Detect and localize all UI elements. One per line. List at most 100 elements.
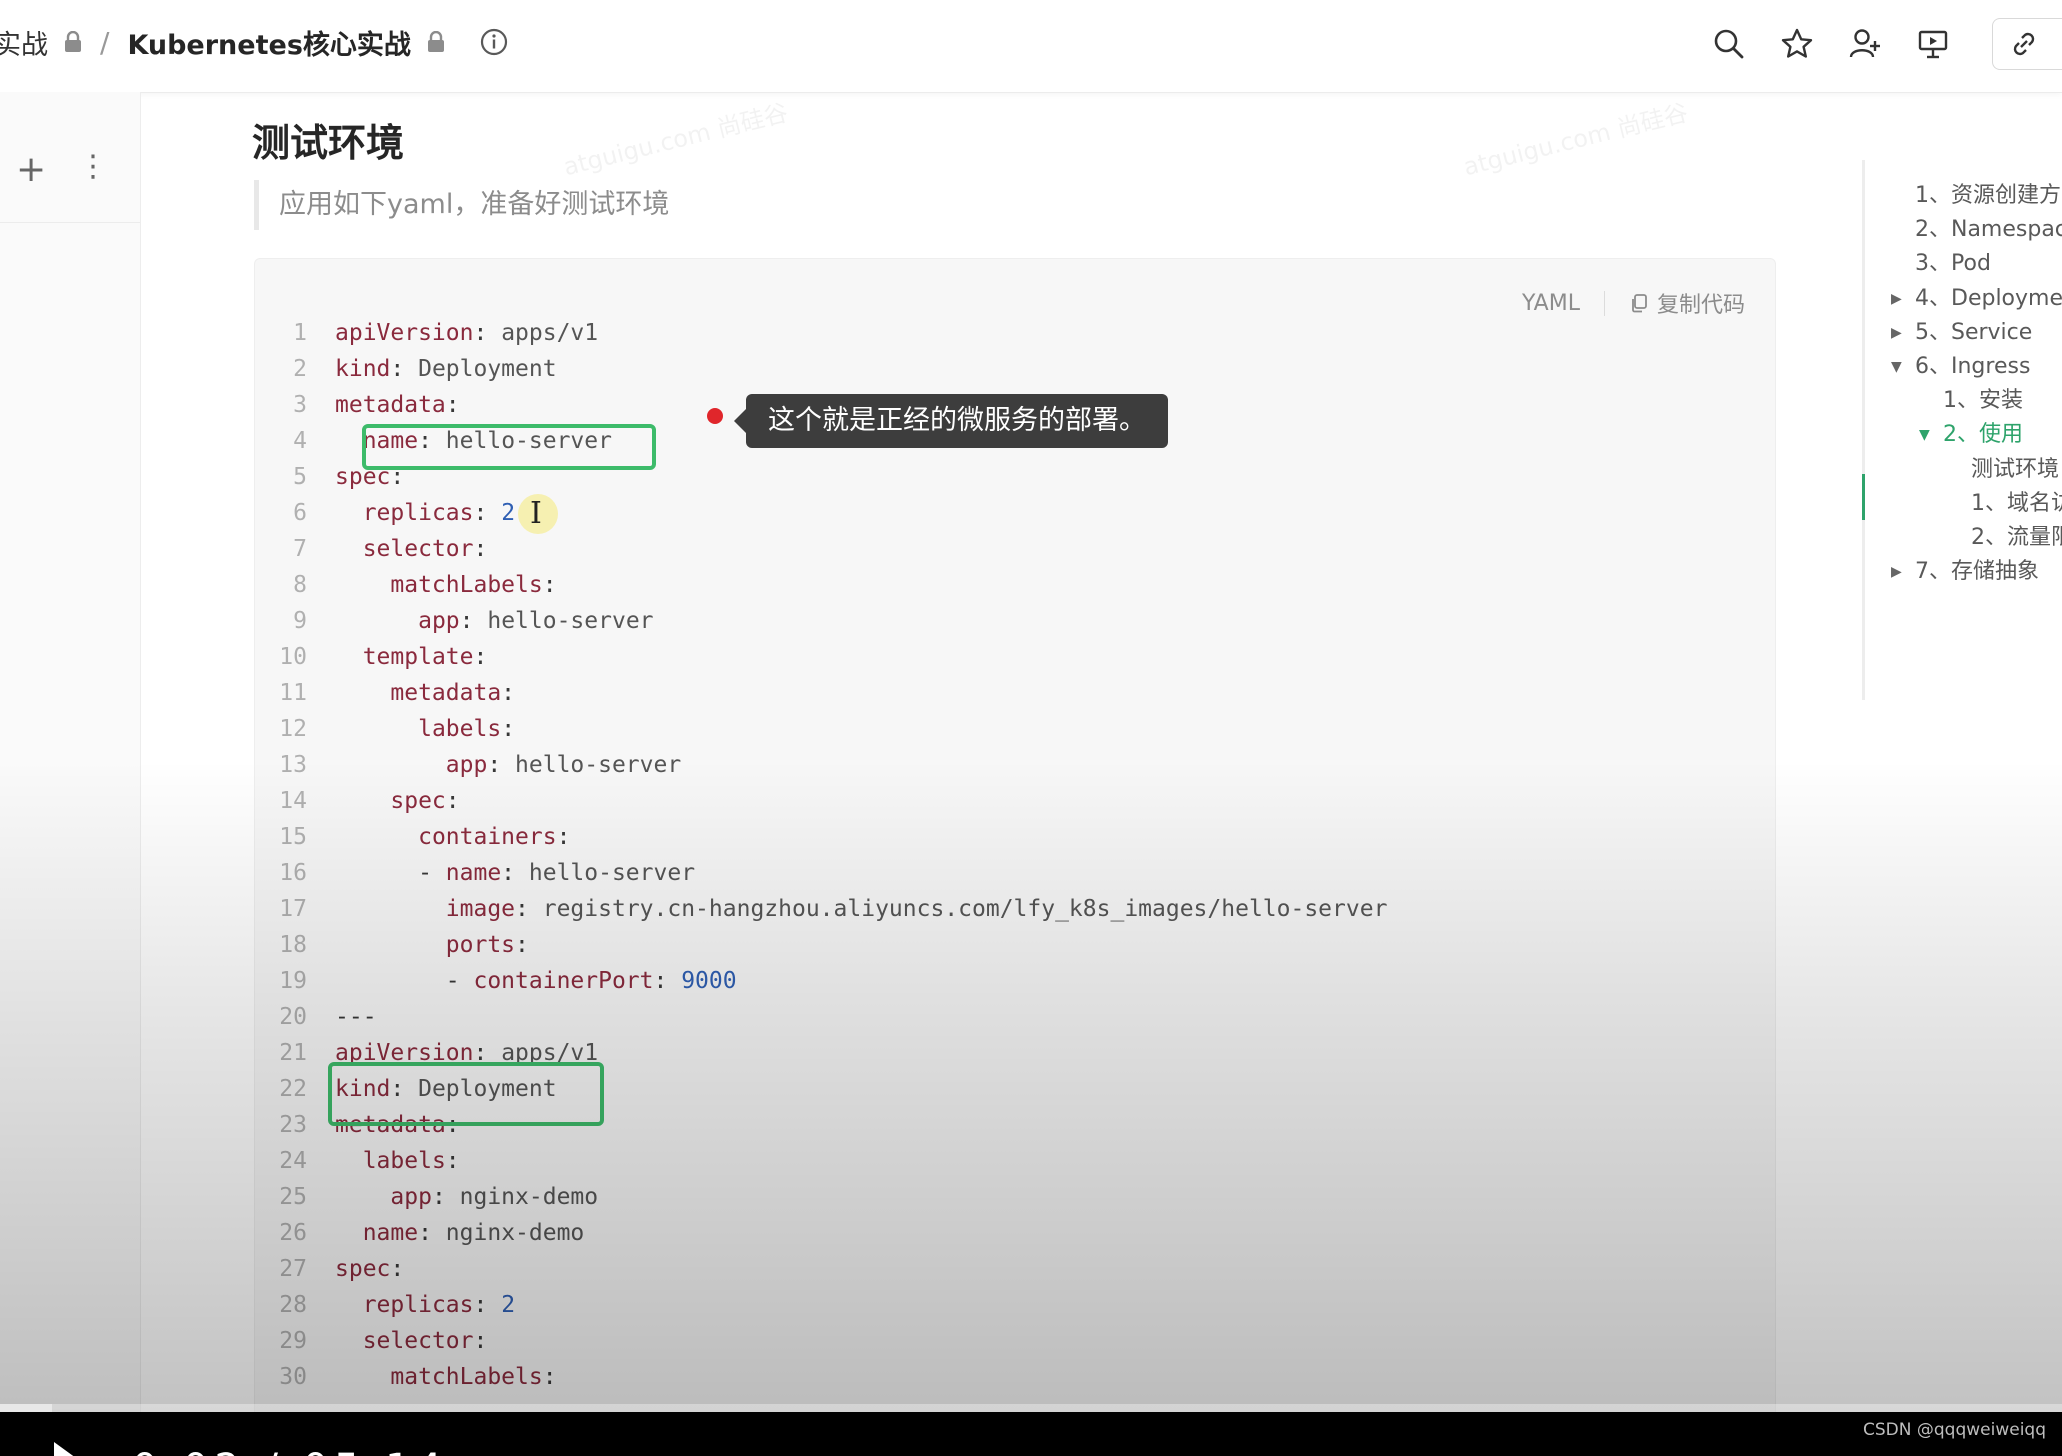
toc-item[interactable]: ▶ 4、Deploymen bbox=[1891, 281, 2062, 317]
code-language-label: YAML bbox=[1522, 290, 1605, 316]
line-number: 2 bbox=[293, 356, 307, 382]
code-text: name: nginx-demo bbox=[362, 1220, 585, 1246]
code-line: 9 app: hello-server bbox=[255, 603, 1775, 639]
code-text: labels: bbox=[362, 1148, 460, 1174]
highlight-box bbox=[328, 1062, 604, 1126]
line-number: 1 bbox=[293, 320, 307, 346]
line-number: 17 bbox=[279, 896, 307, 922]
present-icon[interactable] bbox=[1914, 25, 1952, 63]
toc-item[interactable]: ▶ 7、存储抽象 bbox=[1891, 554, 2039, 590]
line-number: 11 bbox=[279, 680, 307, 706]
toc-active-indicator bbox=[1862, 474, 1865, 520]
annotation-marker bbox=[707, 408, 723, 424]
video-progress-track[interactable] bbox=[0, 1404, 2062, 1412]
more-options-button[interactable]: ⋮ bbox=[78, 150, 108, 184]
add-user-icon[interactable] bbox=[1846, 25, 1884, 63]
code-line: 8 matchLabels: bbox=[255, 567, 1775, 603]
code-line: 13 app: hello-server bbox=[255, 747, 1775, 783]
search-icon[interactable] bbox=[1710, 25, 1748, 63]
line-number: 9 bbox=[293, 608, 307, 634]
code-line: 10 template: bbox=[255, 639, 1775, 675]
caret-right-icon[interactable]: ▶ bbox=[1891, 281, 1902, 317]
toc-item[interactable]: 2、流量限 bbox=[1971, 520, 2062, 556]
line-number: 30 bbox=[279, 1364, 307, 1390]
line-number: 15 bbox=[279, 824, 307, 850]
line-number: 24 bbox=[279, 1148, 307, 1174]
copy-icon bbox=[1632, 294, 1647, 313]
code-lines[interactable]: 1 apiVersion: apps/v1 2 kind: Deployment 3 me… bbox=[255, 315, 1775, 1395]
toc-item[interactable]: ▼ 6、Ingress bbox=[1891, 349, 2030, 385]
line-number: 8 bbox=[293, 572, 307, 598]
section-heading: 测试环境 bbox=[252, 121, 405, 165]
toc-item[interactable]: ▼ 2、使用 bbox=[1919, 417, 2023, 453]
code-text: apiVersion: apps/v1 bbox=[335, 320, 599, 346]
caret-right-icon[interactable]: ▶ bbox=[1891, 554, 1902, 590]
play-icon[interactable] bbox=[54, 1442, 76, 1456]
toc-item-label: 1、资源创建方 bbox=[1915, 183, 2061, 208]
breadcrumb: 实战 / Kubernetes核心实战 bbox=[0, 22, 509, 62]
caret-down-icon[interactable]: ▼ bbox=[1891, 349, 1902, 385]
code-text: metadata: bbox=[335, 392, 460, 418]
toc-item-label: 2、使用 bbox=[1943, 422, 2023, 448]
line-number: 23 bbox=[279, 1112, 307, 1138]
breadcrumb-parent[interactable]: 实战 bbox=[0, 23, 48, 62]
top-bar: 实战 / Kubernetes核心实战 bbox=[0, 0, 2062, 93]
line-number: 29 bbox=[279, 1328, 307, 1354]
line-number: 6 bbox=[293, 500, 307, 526]
code-line: 11 metadata: bbox=[255, 675, 1775, 711]
toc-item[interactable]: 1、域名访 bbox=[1971, 486, 2062, 522]
toc-item[interactable]: 2、Namespace bbox=[1915, 212, 2062, 248]
toc-item-label: 1、域名访 bbox=[1971, 490, 2062, 516]
code-line: 30 matchLabels: bbox=[255, 1359, 1775, 1395]
line-number: 12 bbox=[279, 716, 307, 742]
code-text: app: hello-server bbox=[418, 608, 654, 634]
line-number: 22 bbox=[279, 1076, 307, 1102]
code-line: 14 spec: bbox=[255, 783, 1775, 819]
table-of-contents: 1、资源创建方 2、Namespace 3、Pod ▶ 4、Deploymen ▶ 5、Se… bbox=[1862, 160, 2062, 700]
code-text: replicas: 2 bbox=[362, 1292, 516, 1318]
code-line: 6 replicas: 2 bbox=[255, 495, 1775, 531]
caret-down-icon[interactable]: ▼ bbox=[1919, 417, 1930, 453]
code-text: spec: bbox=[390, 788, 460, 814]
text-cursor-icon: I bbox=[530, 496, 542, 531]
line-number: 10 bbox=[279, 644, 307, 670]
lock-icon bbox=[425, 30, 447, 53]
credit-watermark: CSDN @qqqweiweiqq bbox=[1863, 1420, 2046, 1440]
toc-item-label: 5、Service bbox=[1915, 319, 2033, 345]
line-number: 14 bbox=[279, 788, 307, 814]
code-text: spec: bbox=[335, 1256, 405, 1282]
info-icon[interactable] bbox=[479, 27, 509, 57]
toc-item[interactable]: 1、安装 bbox=[1943, 383, 2023, 419]
add-button[interactable]: + bbox=[16, 152, 46, 188]
watermark: atguigu.com 尚硅谷 bbox=[1460, 98, 1691, 182]
highlight-box bbox=[362, 424, 656, 470]
code-line: 17 image: registry.cn-hangzhou.aliyuncs.… bbox=[255, 891, 1775, 927]
toc-item-label: 2、流量限 bbox=[1971, 525, 2062, 550]
code-line: 24 labels: bbox=[255, 1143, 1775, 1179]
line-number: 16 bbox=[279, 860, 307, 886]
code-text: ports: bbox=[445, 932, 529, 958]
toc-item[interactable]: 测试环境 bbox=[1971, 452, 2059, 488]
line-number: 21 bbox=[279, 1040, 307, 1066]
star-icon[interactable] bbox=[1778, 25, 1816, 63]
line-number: 20 bbox=[279, 1004, 307, 1030]
code-line: 19 - containerPort: 9000 bbox=[255, 963, 1775, 999]
caret-right-icon[interactable]: ▶ bbox=[1891, 315, 1902, 351]
share-link-button[interactable] bbox=[1992, 18, 2062, 70]
code-text: containers: bbox=[418, 824, 571, 850]
breadcrumb-current[interactable]: Kubernetes核心实战 bbox=[127, 23, 410, 62]
line-number: 27 bbox=[279, 1256, 307, 1282]
code-text: image: registry.cn-hangzhou.aliyuncs.com… bbox=[445, 896, 1388, 922]
blockquote: 应用如下yaml，准备好测试环境 bbox=[254, 180, 669, 230]
toc-item[interactable]: ▶ 5、Service bbox=[1891, 315, 2033, 351]
code-text: - containerPort: 9000 bbox=[335, 968, 737, 994]
toc-item-label: 7、存储抽象 bbox=[1915, 559, 2039, 585]
toc-item-label: 1、安装 bbox=[1943, 388, 2023, 414]
line-number: 18 bbox=[279, 932, 307, 958]
left-sidebar: + ⋮ bbox=[0, 92, 141, 1412]
breadcrumb-separator: / bbox=[100, 25, 110, 59]
toolbar bbox=[1680, 18, 2062, 70]
toc-item[interactable]: 3、Pod bbox=[1915, 246, 1991, 282]
toc-item[interactable]: 1、资源创建方 bbox=[1915, 178, 2061, 214]
code-line: 25 app: nginx-demo bbox=[255, 1179, 1775, 1215]
